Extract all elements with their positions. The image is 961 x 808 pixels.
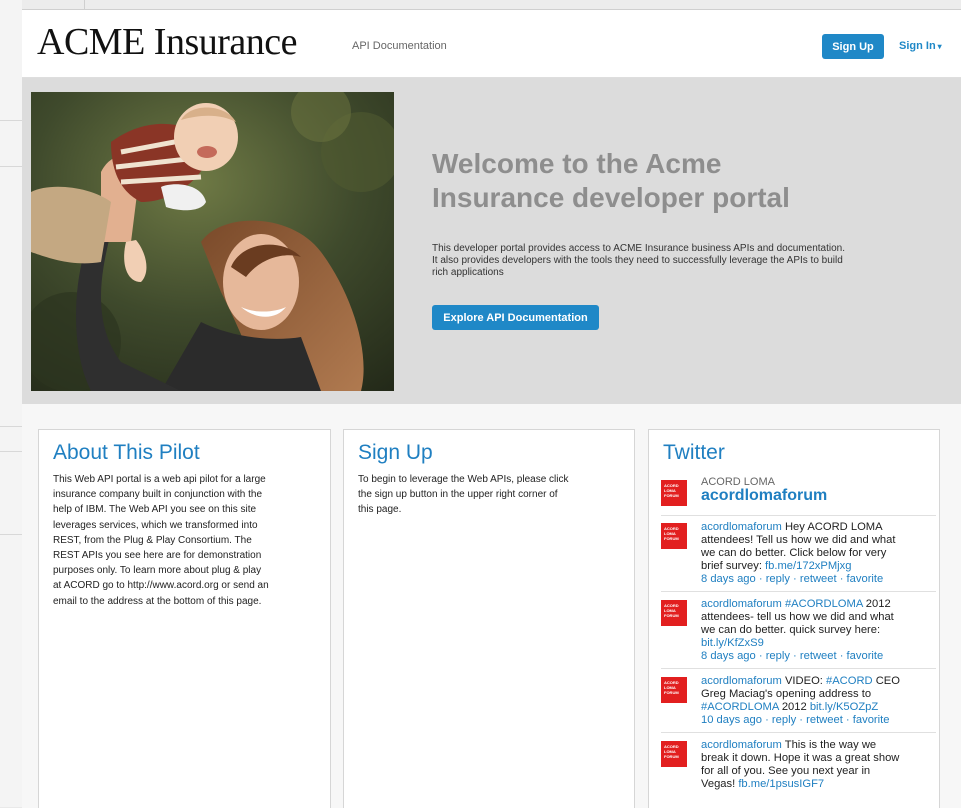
tweet-hashtag[interactable]: #ACORD — [826, 675, 873, 687]
tweet-link[interactable]: bit.ly/KfZxS9 — [701, 637, 764, 649]
about-line: email to the address at the bottom of th… — [53, 595, 262, 607]
tweet-reply[interactable]: reply — [772, 714, 796, 726]
tweet-hashtag[interactable]: #ACORDLOMA — [701, 701, 779, 713]
tweet-time[interactable]: 10 days ago — [701, 714, 762, 726]
about-line: REST APIs you see here are for demonstra… — [53, 550, 262, 562]
tweet-retweet[interactable]: retweet — [800, 573, 837, 585]
background-window — [0, 0, 23, 807]
tweet-favorite[interactable]: favorite — [847, 650, 884, 662]
about-text: This Web API portal is a web api pilot f… — [53, 472, 269, 609]
hero-banner: Welcome to the Acme Insurance developer … — [22, 78, 961, 404]
about-line: REST, from the Plug & Play Consortium. T… — [53, 534, 252, 546]
signup-line: this page. — [358, 504, 402, 516]
hero-title: Welcome to the Acme Insurance developer … — [432, 148, 790, 213]
tweet-user-link[interactable]: acordlomaforum — [701, 521, 782, 533]
tweet-reply[interactable]: reply — [766, 573, 790, 585]
about-line: leverages services, which we transformed… — [53, 519, 258, 531]
tweet-reply[interactable]: reply — [766, 650, 790, 662]
twitter-title: Twitter — [663, 441, 725, 464]
tweet-link[interactable]: fb.me/172xPMjxg — [765, 560, 851, 572]
tweet-time[interactable]: 8 days ago — [701, 573, 756, 585]
about-title: About This Pilot — [53, 441, 200, 464]
site-logo[interactable]: ACME Insurance — [37, 20, 297, 64]
nav-api-documentation[interactable]: API Documentation — [352, 40, 447, 52]
twitter-panel: Twitter ACORD LOMA FORUM ACORD LOMA acor… — [648, 429, 940, 808]
tweet-favorite[interactable]: favorite — [853, 714, 890, 726]
tweet-user-link[interactable]: acordlomaforum — [701, 739, 782, 751]
tweet-actions: 10 days ago · reply · retweet · favorite — [701, 714, 890, 726]
twitter-account-handle[interactable]: acordlomaforum — [701, 487, 827, 505]
hero-description: This developer portal provides access to… — [432, 243, 846, 278]
acord-loma-forum-logo: ACORD LOMA FORUM — [661, 480, 687, 506]
tweet-text: acordlomaforum VIDEO: #ACORD CEO Greg Ma… — [701, 675, 900, 726]
about-panel: About This Pilot This Web API portal is … — [38, 429, 331, 808]
signup-line: the sign up button in the upper right co… — [358, 489, 558, 501]
tweet-text: acordlomaforum This is the way we break … — [701, 739, 900, 790]
tweet-actions: 8 days ago · reply · retweet · favorite — [701, 650, 884, 662]
mother-and-baby-photo — [31, 92, 394, 391]
twitter-account: ACORD LOMA FORUM ACORD LOMA acordlomafor… — [661, 476, 921, 512]
explore-api-documentation-button[interactable]: Explore API Documentation — [432, 305, 599, 330]
divider — [661, 668, 936, 669]
site-header: ACME Insurance API Documentation Sign Up… — [22, 10, 961, 78]
signup-title: Sign Up — [358, 441, 433, 464]
caret-down-icon: ▾ — [937, 42, 942, 51]
tweet-actions: 8 days ago · reply · retweet · favorite — [701, 573, 884, 585]
browser-content: ACME Insurance API Documentation Sign Up… — [22, 9, 961, 808]
tweet-time[interactable]: 8 days ago — [701, 650, 756, 662]
tweet-text: acordlomaforum #ACORDLOMA 2012 attendees… — [701, 598, 894, 662]
tweet-link[interactable]: fb.me/1psusIGF7 — [738, 778, 824, 790]
hero-photo — [31, 92, 394, 391]
about-line: at ACORD go to http://www.acord.org or s… — [53, 580, 269, 592]
signup-text: To begin to leverage the Web APIs, pleas… — [358, 472, 569, 518]
acord-loma-forum-logo: ACORD LOMA FORUM — [661, 600, 687, 626]
about-line: help of IBM. The Web API you see on this… — [53, 504, 257, 516]
sign-up-button[interactable]: Sign Up — [822, 34, 884, 59]
divider — [661, 591, 936, 592]
tweet-retweet[interactable]: retweet — [800, 650, 837, 662]
about-line: purposes only. To learn more about plug … — [53, 565, 262, 577]
sign-in-label: Sign In — [899, 40, 936, 52]
acord-loma-forum-logo: ACORD LOMA FORUM — [661, 677, 687, 703]
signup-line: To begin to leverage the Web APIs, pleas… — [358, 474, 569, 485]
about-line: insurance company built in conjunction w… — [53, 489, 263, 501]
tweet-text: acordlomaforum Hey ACORD LOMA attendees!… — [701, 521, 896, 585]
background-window-top — [22, 0, 961, 9]
acord-loma-forum-logo: ACORD LOMA FORUM — [661, 523, 687, 549]
tweet-hashtag[interactable]: #ACORDLOMA — [785, 598, 863, 610]
tweet-favorite[interactable]: favorite — [847, 573, 884, 585]
sign-in-menu[interactable]: Sign In ▾ — [899, 40, 942, 52]
tweet-user-link[interactable]: acordlomaforum — [701, 675, 782, 687]
tweet-retweet[interactable]: retweet — [806, 714, 843, 726]
acord-loma-forum-logo: ACORD LOMA FORUM — [661, 741, 687, 767]
signup-panel: Sign Up To begin to leverage the Web API… — [343, 429, 635, 808]
divider — [661, 515, 936, 516]
tweet-link[interactable]: bit.ly/K5OZpZ — [810, 701, 878, 713]
about-line: This Web API portal is a web api pilot f… — [53, 474, 266, 485]
divider — [661, 732, 936, 733]
tweet-user-link[interactable]: acordlomaforum — [701, 598, 782, 610]
